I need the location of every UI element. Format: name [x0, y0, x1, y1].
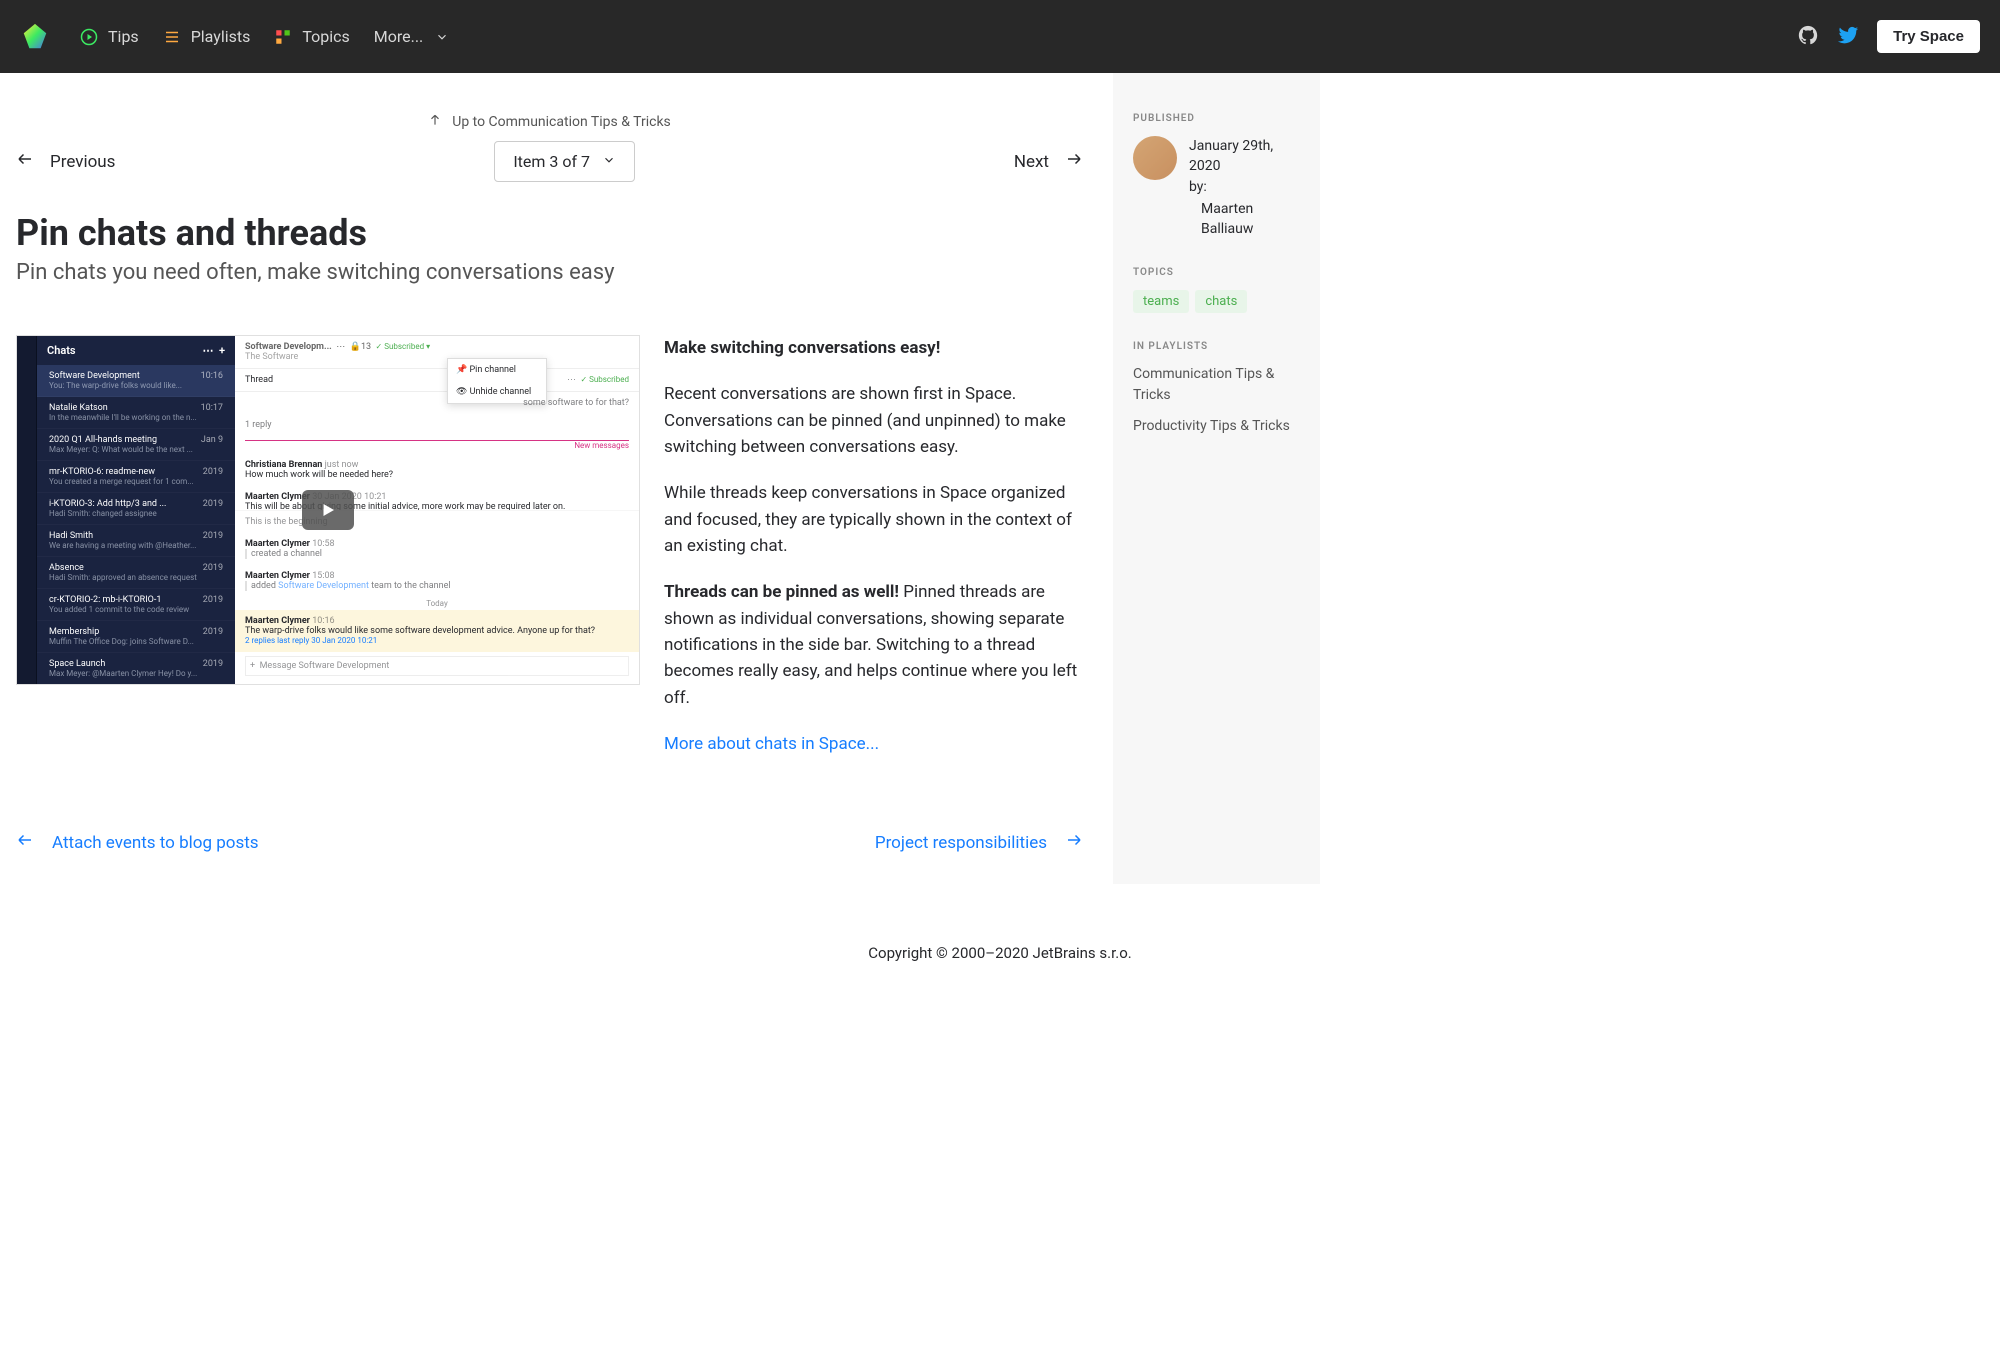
bottom-pager-prev-label: Attach events to blog posts [52, 833, 259, 853]
pager-prev-label: Previous [50, 152, 115, 172]
sb-playlists-section: IN PLAYLISTS Communication Tips & Tricks… [1133, 341, 1300, 437]
pager-next-label: Next [1014, 152, 1049, 172]
sb-playlists-heading: IN PLAYLISTS [1133, 341, 1300, 352]
twitter-icon[interactable] [1837, 24, 1859, 50]
nav-playlists[interactable]: Playlists [163, 27, 251, 46]
pager: Previous Item 3 of 7 Next [16, 141, 1083, 182]
bottom-pager-prev[interactable]: Attach events to blog posts [16, 831, 259, 854]
pager-next-button[interactable]: Next [1014, 150, 1083, 173]
topic-tag[interactable]: teams [1133, 290, 1189, 313]
breadcrumb-row: Up to Communication Tips & Tricks [16, 113, 1083, 131]
play-icon [302, 490, 354, 530]
page-title: Pin chats and threads [16, 212, 1083, 254]
video-thumbnail[interactable]: Chats⋯ + Software Development10:16You: T… [16, 335, 640, 685]
article-p1: Recent conversations are shown first in … [664, 381, 1083, 460]
bottom-pager-next-label: Project responsibilities [875, 833, 1047, 853]
article-text: Make switching conversations easy! Recen… [664, 335, 1083, 777]
article-body: Chats⋯ + Software Development10:16You: T… [16, 335, 1083, 777]
chevron-down-icon [433, 28, 451, 46]
pager-select[interactable]: Item 3 of 7 [494, 141, 635, 182]
nav-right: Try Space [1797, 20, 1980, 53]
arrow-up-icon [428, 113, 442, 131]
sb-author-name[interactable]: Maarten Balliauw [1201, 199, 1300, 240]
footer-copyright: Copyright © 2000–2020 JetBrains s.r.o. [868, 944, 1131, 962]
article-heading-2: Threads can be pinned as well! [664, 582, 899, 602]
breadcrumb-label: Up to Communication Tips & Tricks [452, 114, 671, 130]
topics-icon [274, 28, 292, 46]
bottom-pager-next[interactable]: Project responsibilities [875, 831, 1083, 854]
breadcrumb-up-link[interactable]: Up to Communication Tips & Tricks [428, 113, 671, 131]
bottom-pager: Attach events to blog posts Project resp… [16, 831, 1083, 854]
playlist-link[interactable]: Communication Tips & Tricks [1133, 364, 1300, 406]
article-more-link[interactable]: More about chats in Space... [664, 734, 879, 754]
play-circle-icon [80, 28, 98, 46]
sb-published-section: PUBLISHED January 29th, 2020 by: Maarten… [1133, 113, 1300, 239]
avatar [1133, 136, 1177, 180]
arrow-left-icon [16, 150, 34, 173]
nav-more-label: More... [374, 27, 424, 46]
list-icon [163, 28, 181, 46]
nav-topics-label: Topics [302, 27, 349, 46]
sb-tags: teams chats [1133, 290, 1300, 313]
playlist-link[interactable]: Productivity Tips & Tricks [1133, 416, 1300, 437]
topic-tag[interactable]: chats [1195, 290, 1247, 313]
article-heading-1: Make switching conversations easy! [664, 338, 940, 358]
article-p2: While threads keep conversations in Spac… [664, 480, 1083, 559]
sb-by: by: [1189, 179, 1207, 195]
nav-playlists-label: Playlists [191, 27, 251, 46]
nav-topics[interactable]: Topics [274, 27, 349, 46]
arrow-right-icon [1065, 831, 1083, 854]
sb-author-block: January 29th, 2020 by: Maarten Balliauw [1133, 136, 1300, 239]
github-icon[interactable] [1797, 24, 1819, 50]
arrow-left-icon [16, 831, 34, 854]
page-subtitle: Pin chats you need often, make switching… [16, 260, 1083, 285]
nav-tips[interactable]: Tips [80, 27, 139, 46]
sb-published-heading: PUBLISHED [1133, 113, 1300, 124]
nav-items: Tips Playlists Topics More... [80, 27, 1797, 46]
sb-topics-heading: TOPICS [1133, 267, 1300, 278]
sidebar: PUBLISHED January 29th, 2020 by: Maarten… [1113, 73, 1320, 884]
main-wrap: Up to Communication Tips & Tricks Previo… [0, 73, 2000, 884]
sb-topics-section: TOPICS teams chats [1133, 267, 1300, 313]
pager-select-label: Item 3 of 7 [513, 152, 590, 171]
footer: Copyright © 2000–2020 JetBrains s.r.o. [0, 884, 2000, 1002]
nav-more[interactable]: More... [374, 27, 452, 46]
chevron-down-icon [602, 152, 616, 171]
pager-prev-button[interactable]: Previous [16, 150, 115, 173]
navbar: Tips Playlists Topics More... Try Space [0, 0, 2000, 73]
nav-tips-label: Tips [108, 27, 139, 46]
content: Up to Communication Tips & Tricks Previo… [0, 73, 1113, 884]
space-logo[interactable] [20, 22, 50, 52]
sb-published-date: January 29th, 2020 [1189, 138, 1273, 174]
try-space-button[interactable]: Try Space [1877, 20, 1980, 53]
arrow-right-icon [1065, 150, 1083, 173]
